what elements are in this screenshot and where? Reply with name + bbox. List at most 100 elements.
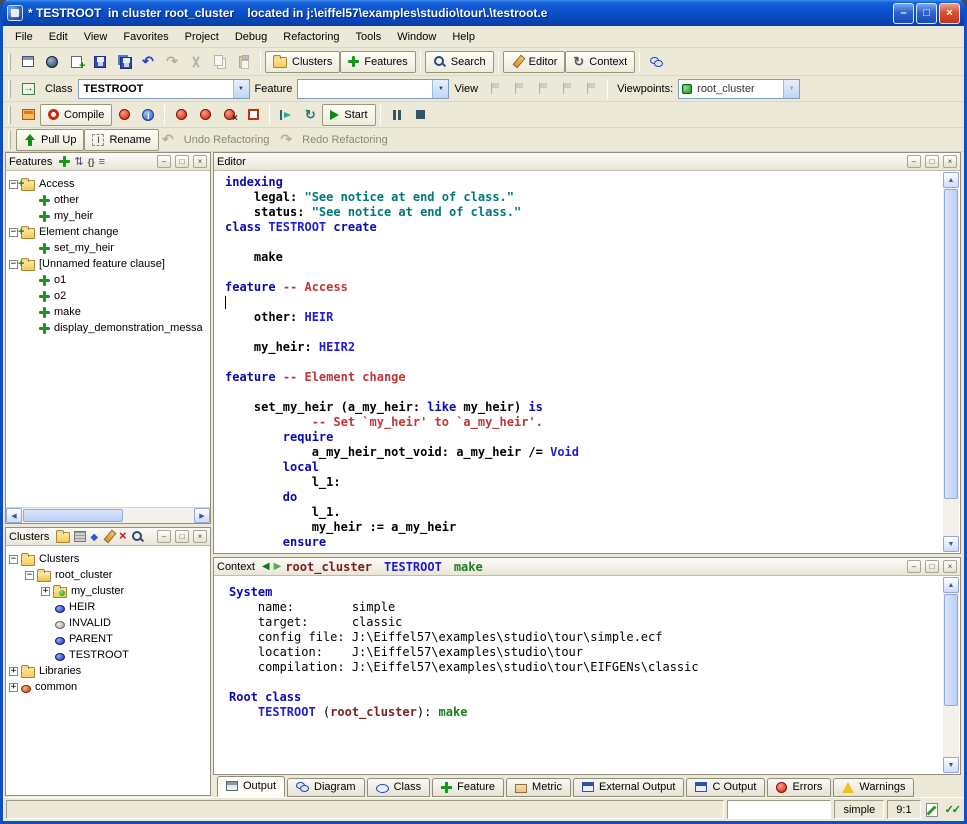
tree-item-my-heir[interactable]: my_heir [6,208,210,224]
class-diamond-icon[interactable] [90,531,98,543]
tab-class[interactable]: Class [367,778,431,797]
tab-external-output[interactable]: External Output [573,778,684,797]
menu-view[interactable]: View [76,28,116,46]
editor-toggle-button[interactable]: Editor [503,51,566,73]
pause-button[interactable] [385,104,409,126]
toolbar-grip[interactable] [8,106,11,124]
feature-combo[interactable] [297,79,449,99]
stop-button[interactable] [409,104,433,126]
start-button[interactable]: Start [322,104,375,126]
tree-item-root-cluster[interactable]: −root_cluster [6,567,210,583]
toolbar-grip[interactable] [8,53,11,71]
tree-item-access[interactable]: −Access [6,176,210,192]
tree-item-my-cluster[interactable]: +my_cluster [6,583,210,599]
breakpoint-list-button[interactable] [241,104,265,126]
menu-help[interactable]: Help [444,28,483,46]
menu-window[interactable]: Window [389,28,444,46]
paste-button[interactable] [232,51,256,73]
expander-minus[interactable]: − [9,180,18,189]
editor-vscrollbar[interactable] [943,172,959,552]
expander-minus[interactable]: − [9,260,18,269]
expander-minus[interactable]: − [25,571,34,580]
undo-button[interactable] [136,51,160,73]
breakpoint-disable-button[interactable] [193,104,217,126]
scroll-down-button[interactable] [943,536,959,552]
compile-button[interactable]: Compile [40,104,112,126]
redo-button[interactable] [160,51,184,73]
toolbar-grip[interactable] [8,80,11,98]
tree-item-o2[interactable]: o2 [6,288,210,304]
sort-toggle-icon[interactable] [74,155,83,168]
panel-maximize-button[interactable] [175,530,189,543]
minimize-button[interactable] [893,3,914,24]
scroll-down-button[interactable] [943,757,959,773]
find-icon[interactable] [131,530,144,543]
undo-refactoring-button[interactable]: Undo Refactoring [159,129,277,151]
save-all-button[interactable] [112,51,136,73]
features-toggle-button[interactable]: Features [340,51,415,73]
context-vscrollbar[interactable] [943,577,959,773]
menu-refactoring[interactable]: Refactoring [275,28,347,46]
breadcrumb-root-cluster[interactable]: root_cluster [285,560,372,574]
breadcrumb-make[interactable]: make [454,560,483,574]
panel-close-button[interactable] [193,530,207,543]
menu-debug[interactable]: Debug [227,28,275,46]
tab-output[interactable]: Output [217,776,285,797]
tree-item-parent[interactable]: PARENT [6,631,210,647]
tree-item-common[interactable]: +common [6,679,210,695]
chevron-down-icon[interactable] [432,80,448,98]
scroll-right-button[interactable] [194,508,210,523]
new-window-button[interactable] [16,51,40,73]
expander-plus[interactable]: + [9,683,18,692]
class-tool-button[interactable] [16,78,40,100]
history-back-icon[interactable]: ◀ [262,561,270,572]
tree-item-display-demonstration-messa[interactable]: display_demonstration_messa [6,320,210,336]
tree-item-clusters[interactable]: −Clusters [6,551,210,567]
panel-minimize-button[interactable] [907,560,921,573]
tab-metric[interactable]: Metric [506,778,571,797]
viewpoints-combo[interactable]: root_cluster [678,79,800,99]
expander-plus[interactable]: + [9,667,18,676]
cut-button[interactable] [184,51,208,73]
view-clickable-button[interactable] [507,78,531,100]
project-info-button[interactable] [136,104,160,126]
menu-tools[interactable]: Tools [348,28,390,46]
clusters-toggle-button[interactable]: Clusters [265,51,340,73]
close-button[interactable] [939,3,960,24]
panel-minimize-button[interactable] [157,530,171,543]
panel-maximize-button[interactable] [175,155,189,168]
chevron-down-icon[interactable] [233,80,249,98]
panel-close-button[interactable] [943,560,957,573]
chevron-down-icon[interactable] [783,80,799,98]
tree-item-o1[interactable]: o1 [6,272,210,288]
tab-diagram[interactable]: Diagram [287,778,365,797]
vscroll-thumb[interactable] [944,189,958,499]
class-combo[interactable]: TESTROOT [78,79,250,99]
tab-feature[interactable]: Feature [432,778,504,797]
context-toggle-button[interactable]: Context [565,51,635,73]
save-button[interactable] [88,51,112,73]
menu-edit[interactable]: Edit [41,28,76,46]
toolbar-grip[interactable] [8,131,11,149]
menu-favorites[interactable]: Favorites [115,28,176,46]
vscroll-thumb[interactable] [944,594,958,706]
view-interface-button[interactable] [579,78,603,100]
edit-cluster-icon[interactable] [102,530,115,543]
copy-button[interactable] [208,51,232,73]
tree-item-set-my-heir[interactable]: set_my_heir [6,240,210,256]
tree-item-invalid[interactable]: INVALID [6,615,210,631]
tab-c-output[interactable]: C Output [686,778,765,797]
view-basic-button[interactable] [483,78,507,100]
new-tab-button[interactable] [64,51,88,73]
breakpoint-remove-button[interactable] [217,104,241,126]
expander-minus[interactable]: − [9,555,18,564]
history-forward-icon[interactable]: ▶ [274,561,282,572]
editor-code[interactable]: indexing legal: "See notice at end of cl… [215,172,943,552]
panel-minimize-button[interactable] [157,155,171,168]
expander-minus[interactable]: − [9,228,18,237]
view-contract-button[interactable] [555,78,579,100]
debug-restart-button[interactable] [298,104,322,126]
diagram-tool-button[interactable] [644,51,668,73]
tree-item-other[interactable]: other [6,192,210,208]
maximize-button[interactable] [916,3,937,24]
